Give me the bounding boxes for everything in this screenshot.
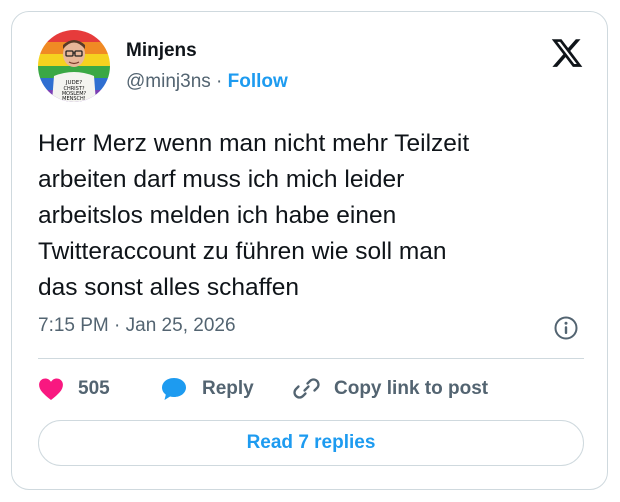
divider — [38, 358, 584, 359]
speech-bubble-icon — [162, 378, 186, 400]
user-name[interactable]: Minjens — [126, 40, 197, 62]
handle-line: @minj3ns · Follow — [126, 71, 288, 93]
copy-link-label: Copy link to post — [334, 378, 489, 399]
link-icon — [293, 378, 320, 399]
info-icon[interactable] — [553, 315, 579, 341]
reply-button[interactable]: Reply — [160, 372, 254, 406]
read-replies-label: Read 7 replies — [246, 432, 376, 453]
user-handle[interactable]: @minj3ns — [126, 71, 211, 92]
heart-icon — [39, 378, 63, 401]
like-button[interactable]: 505 — [38, 372, 110, 406]
avatar-image: JUDE? CHRIST? MOSLEM? MENSCH! — [38, 30, 110, 102]
tweet-timestamp[interactable]: 7:15 PM · Jan 25, 2026 — [38, 315, 236, 337]
reply-label: Reply — [202, 378, 254, 399]
read-replies-button[interactable]: Read 7 replies — [38, 420, 584, 466]
follow-button[interactable]: Follow — [228, 71, 288, 92]
x-logo-icon[interactable] — [550, 36, 584, 70]
copy-link-button[interactable]: Copy link to post — [292, 372, 488, 406]
tweet-text: Herr Merz wenn man nicht mehr Teilzeit a… — [38, 130, 470, 301]
handle-separator: · — [210, 71, 228, 92]
avatar[interactable]: JUDE? CHRIST? MOSLEM? MENSCH! — [38, 30, 110, 102]
svg-text:MENSCH!: MENSCH! — [62, 96, 86, 102]
tweet-card: JUDE? CHRIST? MOSLEM? MENSCH! Minjens @m… — [11, 11, 608, 490]
like-count: 505 — [78, 378, 110, 399]
